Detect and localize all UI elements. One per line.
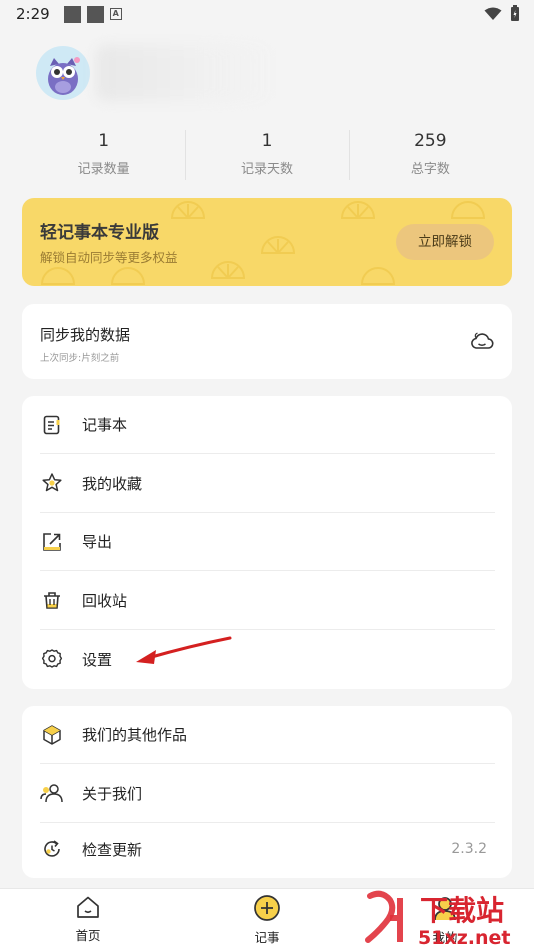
cloud-sync-icon[interactable] [470,330,494,352]
pro-subtitle: 解锁自动同步等更多权益 [40,250,178,265]
home-icon [77,896,99,918]
unlock-now-button[interactable]: 立即解锁 [396,224,494,260]
tab-label: 记事 [254,930,280,945]
svg-text:下载站: 下载站 [420,894,504,927]
annotation-arrow [136,636,232,664]
export-icon [40,530,64,554]
cube-icon [40,723,64,747]
stat-word-count[interactable]: 259 总字数 [348,126,512,182]
tab-label: 首页 [75,928,101,943]
menu-label: 检查更新 [82,840,143,859]
stat-label: 总字数 [410,162,450,177]
status-bar: 2:29 A [0,0,534,28]
owl-avatar-icon[interactable] [36,46,90,100]
gear-icon [40,647,64,671]
add-circle-icon [254,895,280,921]
menu-label: 记事本 [82,416,128,434]
primary-menu: 记事本 我的收藏 导出 回收站 设置 [22,396,512,689]
stats-row: 1 记录数量 1 记录天数 259 总字数 [22,126,512,182]
menu-label: 我们的其他作品 [82,726,188,744]
pro-upgrade-banner[interactable]: 轻记事本专业版 解锁自动同步等更多权益 立即解锁 [22,198,512,286]
stat-value: 1 [261,131,273,151]
people-icon [40,781,64,805]
sync-title: 同步我的数据 [40,326,131,344]
notification-icon [63,5,81,23]
menu-item-favorites[interactable]: 我的收藏 [40,455,495,513]
profile-header[interactable] [36,45,276,101]
menu-label: 设置 [82,650,113,669]
menu-label: 我的收藏 [82,474,143,493]
stat-record-count[interactable]: 1 记录数量 [22,126,185,182]
menu-label: 关于我们 [82,784,143,803]
sync-data-card[interactable]: 同步我的数据 上次同步:片刻之前 [22,304,512,379]
flower-star-icon [40,471,64,495]
tab-home[interactable]: 首页 [48,895,128,944]
notification-a-icon: A [109,8,122,20]
trash-icon [40,588,64,612]
notebook-icon [40,413,64,437]
refresh-clock-icon [40,837,64,861]
app-version: 2.3.2 [451,841,487,857]
status-time: 2:29 [16,5,50,23]
menu-item-export[interactable]: 导出 [40,513,495,571]
menu-item-about-us[interactable]: 关于我们 [40,765,495,823]
menu-label: 导出 [82,533,113,551]
battery-icon [511,5,519,21]
menu-item-settings[interactable]: 设置 [40,630,495,688]
menu-item-recycle-bin[interactable]: 回收站 [40,572,495,630]
menu-item-notebook[interactable]: 记事本 [40,396,495,454]
username-blurred [96,45,276,101]
stat-label: 记录数量 [77,162,130,177]
menu-label: 回收站 [82,591,128,610]
secondary-menu: 我们的其他作品 关于我们 检查更新 2.3.2 [22,706,512,878]
svg-text:51xz.net: 51xz.net [418,927,510,948]
menu-item-check-update[interactable]: 检查更新 2.3.2 [40,823,495,875]
site-watermark-logo: 下载站 51xz.net [365,890,510,948]
tab-notes[interactable]: 记事 [227,895,307,946]
notification-icon [86,5,104,23]
stat-value: 259 [414,131,447,151]
stat-value: 1 [98,131,110,151]
stat-record-days[interactable]: 1 记录天数 [185,126,348,182]
wifi-icon [484,7,502,20]
pro-title: 轻记事本专业版 [40,223,159,243]
menu-item-other-works[interactable]: 我们的其他作品 [40,706,495,764]
sync-last-time: 上次同步:片刻之前 [40,353,120,364]
stat-label: 记录天数 [240,162,293,177]
